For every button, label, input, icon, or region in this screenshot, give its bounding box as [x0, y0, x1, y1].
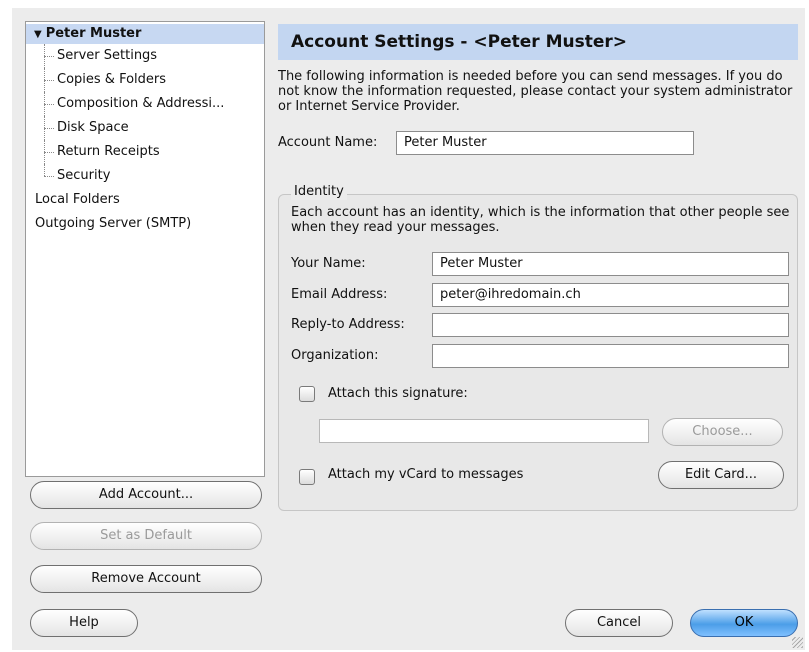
reply-to-address-field[interactable] [432, 313, 789, 337]
attach-vcard-label: Attach my vCard to messages [328, 467, 524, 482]
ok-button[interactable]: OK [690, 609, 798, 637]
tree-item-security[interactable]: Security [26, 164, 264, 188]
your-name-field[interactable]: Peter Muster [432, 252, 789, 276]
tree-item-local-folders[interactable]: Local Folders [26, 188, 264, 212]
set-as-default-button[interactable]: Set as Default [30, 522, 262, 550]
intro-text: The following information is needed befo… [278, 69, 793, 114]
edit-card-button[interactable]: Edit Card... [658, 461, 784, 489]
tree-item-outgoing-server[interactable]: Outgoing Server (SMTP) [26, 212, 264, 236]
account-name-field[interactable]: Peter Muster [396, 131, 694, 155]
cancel-button[interactable]: Cancel [565, 609, 673, 637]
remove-account-button[interactable]: Remove Account [30, 565, 262, 593]
page-title: Account Settings - <Peter Muster> [278, 24, 798, 60]
organization-field[interactable] [432, 344, 789, 368]
email-address-label: Email Address: [291, 287, 388, 302]
tree-item-copies-folders[interactable]: Copies & Folders [26, 68, 264, 92]
signature-path-field[interactable] [319, 419, 649, 443]
your-name-label: Your Name: [291, 256, 366, 271]
help-button[interactable]: Help [30, 609, 138, 637]
tree-item-disk-space[interactable]: Disk Space [26, 116, 264, 140]
email-address-field[interactable]: peter@ihredomain.ch [432, 283, 789, 307]
account-settings-window: ▼ Peter Muster Server Settings Copies & F… [12, 8, 805, 650]
account-name-label: Account Name: [278, 135, 378, 150]
tree-item-return-receipts[interactable]: Return Receipts [26, 140, 264, 164]
tree-item-server-settings[interactable]: Server Settings [26, 44, 264, 68]
tree-item-composition[interactable]: Composition & Addressi... [26, 92, 264, 116]
attach-signature-label: Attach this signature: [328, 386, 468, 401]
identity-group-title: Identity [291, 184, 347, 200]
organization-label: Organization: [291, 348, 379, 363]
resize-grip-icon[interactable] [792, 637, 803, 648]
attach-vcard-checkbox[interactable] [299, 469, 315, 485]
tree-item-account-label: Peter Muster [45, 26, 142, 41]
add-account-button[interactable]: Add Account... [30, 481, 262, 509]
tree-item-account[interactable]: ▼ Peter Muster [26, 24, 264, 44]
account-tree[interactable]: ▼ Peter Muster Server Settings Copies & F… [25, 21, 265, 477]
choose-button[interactable]: Choose... [662, 418, 783, 446]
reply-to-address-label: Reply-to Address: [291, 317, 405, 332]
identity-description: Each account has an identity, which is t… [291, 205, 790, 235]
disclosure-triangle-icon[interactable]: ▼ [34, 29, 42, 40]
attach-signature-checkbox[interactable] [299, 386, 315, 402]
